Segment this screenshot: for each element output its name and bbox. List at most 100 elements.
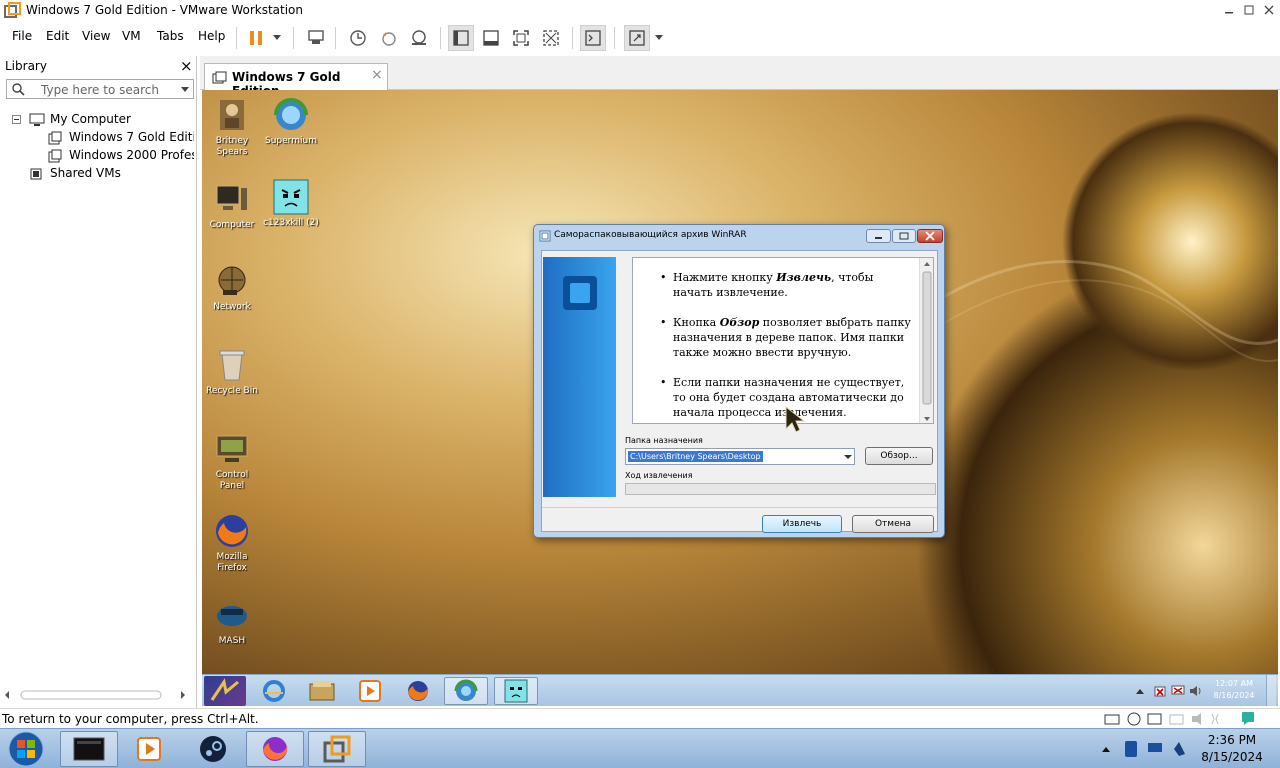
thumbnail-bar-icon[interactable] [478, 25, 504, 51]
maximize-button[interactable] [1240, 1, 1258, 18]
unity-icon[interactable] [538, 25, 564, 51]
guest-clock[interactable]: 12:07 AM 8/16/2024 [1207, 678, 1261, 702]
menu-toolbar: File Edit View VM Tabs Help [0, 21, 1280, 53]
vm-tab-icon [212, 71, 227, 84]
desktop-icon-supermium[interactable]: Supermium [261, 96, 321, 147]
menu-file[interactable]: File [12, 29, 32, 43]
destination-combobox[interactable]: C:\Users\Britney Spears\Desktop [625, 448, 855, 465]
instruction-item: Кнопка Обзор позволяет выбрать папку наз… [660, 315, 911, 360]
snapshot-manager-icon[interactable] [406, 25, 432, 51]
host-taskbar-terminal[interactable] [60, 731, 118, 767]
guest-show-desktop-button[interactable] [1266, 675, 1276, 706]
host-taskbar-vmware[interactable] [308, 731, 366, 767]
host-clock[interactable]: 2:36 PM 8/15/2024 [1192, 732, 1272, 766]
pause-icon[interactable] [243, 25, 269, 51]
tab-close-icon[interactable]: × [371, 67, 383, 83]
guest-taskbar-ie[interactable] [252, 677, 296, 705]
extraction-progress-bar [625, 483, 936, 495]
tree-item-win2000[interactable]: Windows 2000 Professional [12, 148, 194, 166]
user-folder-icon [213, 96, 251, 134]
tree-item-shared-vms[interactable]: Shared VMs [12, 166, 194, 184]
volume-icon[interactable] [1189, 684, 1203, 698]
desktop-icon-control-panel[interactable]: Control Panel [202, 430, 262, 492]
dropdown-icon[interactable] [268, 25, 286, 51]
host-taskbar-steam[interactable] [184, 731, 242, 767]
minimize-button[interactable] [1220, 1, 1238, 18]
search-icon [12, 83, 25, 96]
show-library-icon[interactable] [448, 25, 474, 51]
show-hidden-icons-icon[interactable] [1135, 687, 1145, 695]
host-taskbar: 2:36 PM 8/15/2024 [0, 728, 1280, 768]
action-center-icon[interactable] [1153, 684, 1167, 698]
message-log-icon[interactable] [1240, 711, 1256, 726]
host-taskbar-media-player[interactable] [120, 731, 178, 767]
desktop-icon-britney[interactable]: Britney Spears [202, 96, 262, 158]
firefox-icon [408, 681, 429, 701]
guest-taskbar-firefox[interactable] [396, 677, 440, 705]
guest-start-button[interactable] [204, 676, 246, 706]
menu-help[interactable]: Help [198, 29, 225, 43]
library-search[interactable]: Type here to search [6, 79, 194, 99]
winrar-logo-icon [563, 276, 597, 310]
chevron-down-icon[interactable] [181, 87, 189, 93]
status-text: To return to your computer, press Ctrl+A… [2, 712, 259, 726]
library-close-icon[interactable]: × [180, 57, 193, 75]
search-input[interactable]: Type here to search [41, 83, 159, 97]
menu-tabs[interactable]: Tabs [157, 29, 184, 43]
guest-taskbar-media-player[interactable] [348, 677, 392, 705]
guest-taskbar-explorer[interactable] [300, 677, 344, 705]
bluetooth-tray-icon[interactable] [1124, 740, 1138, 758]
cancel-button[interactable]: Отмена [852, 515, 934, 533]
guest-taskbar-supermium[interactable] [444, 677, 488, 705]
start-button[interactable] [4, 729, 48, 768]
extract-button[interactable]: Извлечь [762, 515, 842, 533]
revert-snapshot-icon[interactable] [376, 25, 402, 51]
steam-icon [200, 736, 226, 762]
network-tray-icon[interactable] [1171, 684, 1185, 698]
desktop-icon-network[interactable]: Network [202, 262, 262, 313]
display-tray-icon[interactable] [1147, 741, 1163, 755]
media-player-icon [137, 737, 161, 761]
volume-tray-icon[interactable] [1171, 740, 1187, 758]
desktop-icon-computer[interactable]: Computer [202, 180, 262, 231]
menu-view[interactable]: View [82, 29, 110, 43]
desktop-icon-mash[interactable]: MASH [202, 596, 262, 647]
snapshot-icon[interactable] [345, 25, 371, 51]
dialog-maximize-button[interactable] [892, 229, 916, 243]
library-scrollbar[interactable] [1, 688, 189, 702]
console-icon[interactable] [580, 25, 606, 51]
dialog-close-button[interactable] [917, 229, 943, 243]
tree-item-my-computer[interactable]: My Computer [12, 112, 194, 130]
destination-label: Папка назначения [625, 436, 703, 445]
desktop-icon-recycle-bin[interactable]: Recycle Bin [202, 346, 262, 397]
collapse-icon[interactable] [12, 115, 21, 124]
winrar-sfx-icon [539, 230, 551, 242]
instructions-scrollbar[interactable] [919, 258, 933, 423]
menu-edit[interactable]: Edit [46, 29, 69, 43]
control-panel-icon [213, 430, 251, 468]
close-button[interactable] [1260, 1, 1278, 18]
show-hidden-icons-icon[interactable] [1101, 745, 1111, 753]
tree-item-win7[interactable]: Windows 7 Gold Edition [12, 130, 194, 148]
stretch-icon[interactable] [624, 25, 650, 51]
dropdown-icon[interactable] [650, 25, 668, 51]
status-bar: To return to your computer, press Ctrl+A… [0, 708, 1280, 728]
windows-start-orb-icon [8, 731, 44, 767]
desktop-icon-firefox[interactable]: Mozilla Firefox [202, 512, 262, 574]
menu-vm[interactable]: VM [122, 29, 141, 43]
device-status-icons[interactable] [1104, 712, 1228, 726]
tab-windows-7-gold-edition[interactable]: Windows 7 Gold Edition × [204, 63, 388, 98]
dialog-minimize-button[interactable] [866, 229, 891, 243]
vm-icon [48, 131, 62, 145]
host-taskbar-firefox[interactable] [246, 731, 304, 767]
full-screen-icon[interactable] [508, 25, 534, 51]
chevron-down-icon[interactable] [844, 455, 852, 460]
send-ctrl-alt-del-icon[interactable] [303, 25, 329, 51]
computer-icon [213, 180, 251, 218]
guest-taskbar-c123xkill[interactable] [494, 677, 538, 705]
vmware-icon [323, 735, 351, 763]
browse-button[interactable]: Обзор... [865, 447, 933, 465]
app-face-icon [272, 178, 310, 216]
destination-field[interactable]: C:\Users\Britney Spears\Desktop [628, 451, 763, 462]
desktop-icon-c123xkill[interactable]: c123xkill (2) [261, 178, 321, 229]
